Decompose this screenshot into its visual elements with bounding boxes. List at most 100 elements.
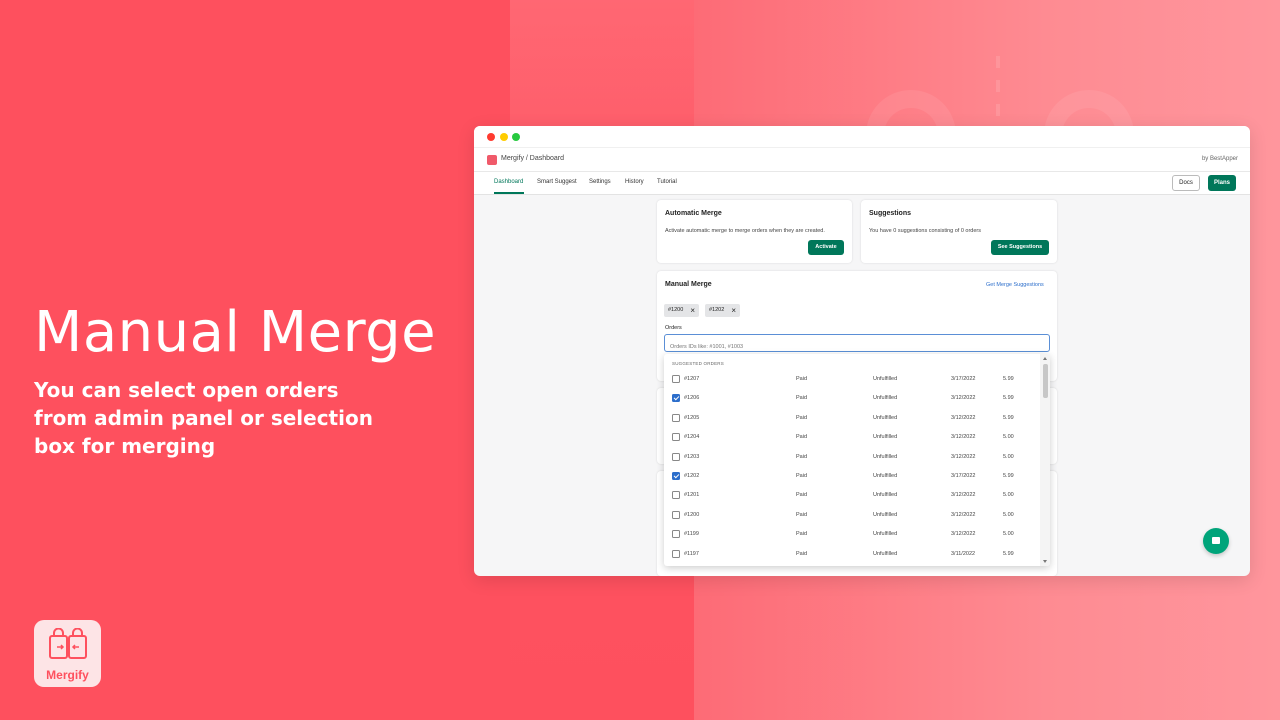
order-row[interactable]: #1203 Paid Unfulfilled 3/12/2022 5.00 bbox=[664, 448, 1040, 467]
order-checkbox[interactable] bbox=[672, 375, 680, 383]
fulfillment-status: Unfulfilled bbox=[873, 395, 898, 402]
order-row[interactable]: #1199 Paid Unfulfilled 3/12/2022 5.00 bbox=[664, 525, 1040, 544]
window-titlebar bbox=[474, 126, 1250, 148]
fulfillment-status: Unfulfilled bbox=[873, 531, 898, 538]
fulfillment-status: Unfulfilled bbox=[873, 434, 898, 441]
payment-status: Paid bbox=[796, 414, 808, 421]
order-checkbox[interactable] bbox=[672, 530, 680, 539]
tab-settings[interactable]: Settings bbox=[589, 179, 611, 185]
activate-button[interactable]: Activate bbox=[808, 240, 844, 255]
order-date: 3/12/2022 bbox=[951, 434, 976, 441]
order-id: #1203 bbox=[684, 453, 700, 460]
hero-title: Manual Merge bbox=[34, 300, 437, 365]
suggestions-card: Suggestions You have 0 suggestions consi… bbox=[861, 200, 1057, 263]
order-id: #1197 bbox=[684, 550, 699, 557]
order-date: 3/12/2022 bbox=[951, 511, 976, 518]
suggestions-title: Suggestions bbox=[869, 210, 912, 217]
scroll-thumb[interactable] bbox=[1043, 364, 1048, 398]
dropdown-scrollbar[interactable] bbox=[1040, 354, 1050, 566]
order-total: 5.00 bbox=[1003, 511, 1014, 518]
developer-byline: by BestApper bbox=[1201, 156, 1238, 162]
active-tab-indicator bbox=[494, 192, 524, 194]
order-date: 3/12/2022 bbox=[951, 492, 976, 499]
automatic-merge-text: Activate automatic merge to merge orders… bbox=[665, 228, 825, 234]
order-total: 5.00 bbox=[1003, 492, 1014, 499]
manual-merge-title: Manual Merge bbox=[665, 281, 712, 288]
breadcrumb[interactable]: Mergify / Dashboard bbox=[501, 155, 564, 162]
order-checkbox[interactable] bbox=[672, 491, 680, 500]
order-row[interactable]: #1201 Paid Unfulfilled 3/12/2022 5.00 bbox=[664, 486, 1040, 505]
payment-status: Paid bbox=[796, 376, 808, 382]
order-row[interactable]: #1204 Paid Unfulfilled 3/12/2022 5.00 bbox=[664, 428, 1040, 447]
order-total: 5.99 bbox=[1003, 550, 1014, 557]
order-date: 3/12/2022 bbox=[951, 414, 976, 421]
order-id: #1201 bbox=[684, 492, 700, 499]
orders-input[interactable] bbox=[665, 339, 1049, 355]
tag-label: #1200 bbox=[668, 307, 684, 313]
order-checkbox[interactable] bbox=[672, 472, 680, 480]
scroll-up-icon[interactable] bbox=[1043, 357, 1047, 360]
order-date: 3/12/2022 bbox=[951, 395, 976, 402]
tag-label: #1202 bbox=[709, 307, 725, 313]
tab-tutorial[interactable]: Tutorial bbox=[657, 179, 677, 185]
maximize-window-button[interactable] bbox=[512, 133, 520, 141]
fulfillment-status: Unfulfilled bbox=[873, 511, 898, 518]
order-id: #1202 bbox=[684, 473, 700, 479]
automatic-merge-card: Automatic Merge Activate automatic merge… bbox=[657, 200, 852, 263]
order-id: #1205 bbox=[684, 414, 700, 421]
order-id: #1207 bbox=[684, 376, 700, 382]
order-checkbox[interactable] bbox=[672, 510, 680, 519]
order-total: 5.00 bbox=[1003, 434, 1014, 441]
order-row[interactable]: #1206 Paid Unfulfilled 3/12/2022 5.99 bbox=[664, 389, 1040, 408]
order-checkbox[interactable] bbox=[672, 413, 680, 422]
order-row[interactable]: #1207 Paid Unfulfilled 3/17/2022 5.99 bbox=[664, 370, 1040, 389]
payment-status: Paid bbox=[796, 492, 808, 499]
payment-status: Paid bbox=[796, 550, 808, 557]
order-row[interactable]: #1197 Paid Unfulfilled 3/11/2022 5.99 bbox=[664, 545, 1040, 564]
app-window: Mergify / Dashboard by BestApper Dashboa… bbox=[474, 126, 1250, 576]
suggested-orders-dropdown: SUGGESTED ORDERS #1207 Paid Unfulfilled 3/1… bbox=[664, 354, 1050, 566]
selected-order-tag: #1200 × bbox=[664, 304, 699, 317]
scroll-down-icon[interactable] bbox=[1043, 560, 1047, 563]
close-window-button[interactable] bbox=[487, 133, 495, 141]
order-row[interactable]: #1205 Paid Unfulfilled 3/12/2022 5.99 bbox=[664, 409, 1040, 428]
plans-button[interactable]: Plans bbox=[1208, 175, 1236, 191]
tab-smart-suggest[interactable]: Smart Suggest bbox=[537, 179, 577, 185]
tab-history[interactable]: History bbox=[625, 179, 644, 185]
tab-dashboard[interactable]: Dashboard bbox=[494, 179, 523, 185]
order-id: #1206 bbox=[684, 395, 700, 402]
docs-button[interactable]: Docs bbox=[1172, 175, 1200, 191]
order-row[interactable]: #1200 Paid Unfulfilled 3/12/2022 5.00 bbox=[664, 506, 1040, 525]
remove-tag-icon[interactable]: × bbox=[731, 304, 736, 317]
payment-status: Paid bbox=[796, 531, 808, 538]
chat-button[interactable] bbox=[1203, 528, 1229, 554]
fulfillment-status: Unfulfilled bbox=[873, 453, 898, 460]
fulfillment-status: Unfulfilled bbox=[873, 414, 898, 421]
orders-field-wrapper bbox=[664, 334, 1050, 355]
order-checkbox[interactable] bbox=[672, 394, 680, 403]
payment-status: Paid bbox=[796, 395, 808, 402]
order-total: 5.00 bbox=[1003, 453, 1014, 460]
order-date: 3/17/2022 bbox=[951, 376, 976, 382]
app-header: Mergify / Dashboard by BestApper bbox=[474, 148, 1250, 172]
see-suggestions-button[interactable]: See Suggestions bbox=[991, 240, 1049, 255]
selected-order-tag: #1202 × bbox=[705, 304, 740, 317]
orders-label: Orders bbox=[665, 325, 682, 331]
order-total: 5.00 bbox=[1003, 531, 1014, 538]
mergify-logo: Mergify bbox=[34, 620, 101, 687]
order-id: #1200 bbox=[684, 511, 700, 518]
order-checkbox[interactable] bbox=[672, 549, 680, 558]
payment-status: Paid bbox=[796, 453, 808, 460]
fulfillment-status: Unfulfilled bbox=[873, 550, 898, 557]
remove-tag-icon[interactable]: × bbox=[690, 304, 695, 317]
fulfillment-status: Unfulfilled bbox=[873, 376, 898, 382]
minimize-window-button[interactable] bbox=[500, 133, 508, 141]
order-total: 5.99 bbox=[1003, 376, 1014, 382]
decorative-dash bbox=[996, 56, 1000, 68]
order-row[interactable]: #1202 Paid Unfulfilled 3/17/2022 5.99 bbox=[664, 467, 1040, 486]
get-merge-suggestions-link[interactable]: Get Merge Suggestions bbox=[986, 282, 1044, 288]
order-checkbox[interactable] bbox=[672, 452, 680, 461]
order-checkbox[interactable] bbox=[672, 433, 680, 442]
order-date: 3/17/2022 bbox=[951, 473, 976, 479]
payment-status: Paid bbox=[796, 511, 808, 518]
